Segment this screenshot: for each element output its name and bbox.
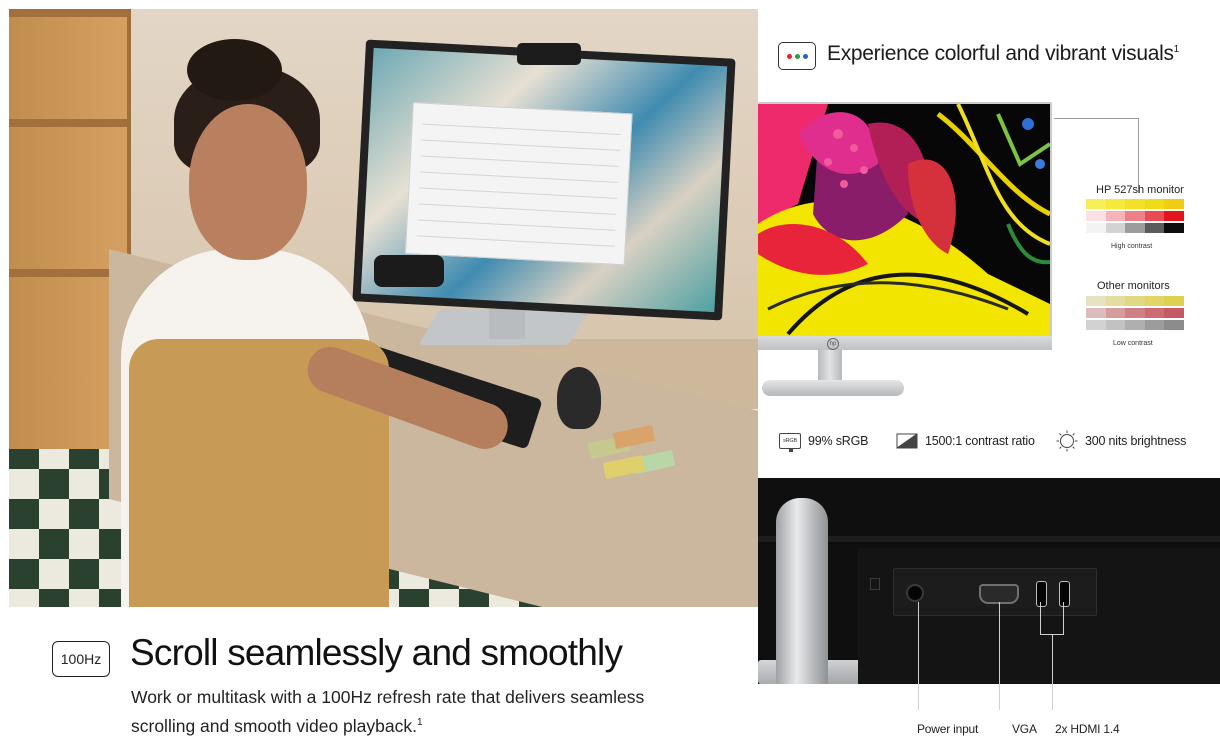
monitor-stand-neck (489, 309, 525, 339)
webcam (517, 43, 581, 65)
hp-contrast-swatch (1105, 211, 1126, 221)
hp-contrast-swatches (1086, 199, 1184, 233)
spec-contrast: 1500:1 contrast ratio (896, 432, 1035, 450)
flower-artwork (758, 104, 1050, 336)
other-contrast-swatch (1105, 308, 1126, 318)
ports-closeup (758, 478, 1220, 754)
security-lock-slot (870, 578, 880, 590)
blue-dot (802, 53, 808, 59)
other-contrast-swatch (1164, 320, 1184, 330)
vga-port (979, 584, 1019, 604)
spec-contrast-label: 1500:1 contrast ratio (925, 434, 1035, 448)
other-contrast-swatch (1105, 296, 1126, 306)
contrast-icon (896, 432, 918, 450)
spreadsheet-window (404, 102, 633, 266)
refresh-description: Work or multitask with a 100Hz refresh r… (131, 684, 651, 739)
other-contrast-swatch (1086, 320, 1106, 330)
srgb-icon: sRGB (779, 432, 801, 452)
hp-527sh-monitor (758, 100, 1054, 350)
hp-contrast-swatch (1086, 223, 1106, 233)
rgb-dots-icon (778, 42, 816, 70)
color-title-text: Experience colorful and vibrant visuals (827, 42, 1174, 65)
other-contrast-swatch (1125, 296, 1145, 306)
power-callout-line (918, 602, 919, 710)
other-contrast-swatch (1164, 296, 1184, 306)
hdmi-port-1 (1036, 581, 1047, 607)
hp-contrast-swatch (1144, 223, 1165, 233)
hp-logo: hp (827, 338, 839, 350)
vga-label: VGA (1012, 722, 1037, 736)
other-contrast-swatch (1105, 320, 1126, 330)
hp-contrast-swatch (1125, 211, 1145, 221)
spec-brightness: 300 nits brightness (1056, 430, 1187, 452)
comparison-connector-line (1054, 118, 1139, 193)
monitor-chin (758, 336, 1052, 350)
hdmi-label: 2x HDMI 1.4 (1055, 722, 1120, 736)
hp-monitor-label: HP 527sh monitor (1096, 184, 1184, 196)
refresh-rate-badge: 100Hz (52, 641, 110, 677)
vga-callout-line (999, 602, 1000, 710)
color-title-footnote: 1 (1173, 44, 1180, 55)
color-title: Experience colorful and vibrant visuals1 (827, 42, 1179, 66)
green-dot (794, 53, 800, 59)
hp-contrast-swatch (1164, 199, 1184, 209)
other-contrast-swatch (1144, 320, 1165, 330)
hp-contrast-swatch (1144, 211, 1165, 221)
hp-contrast-swatch (1105, 199, 1126, 209)
hdmi-port-2 (1059, 581, 1070, 607)
hp-monitor-base (762, 380, 904, 396)
refresh-title: Scroll seamlessly and smoothly (130, 632, 623, 673)
refresh-footnote: 1 (417, 717, 423, 728)
other-contrast-swatch (1144, 296, 1165, 306)
dock-station (374, 255, 444, 287)
power-input-port (906, 584, 924, 602)
other-contrast-swatch (1086, 308, 1106, 318)
spec-srgb-label: 99% sRGB (808, 434, 869, 448)
hp-contrast-swatch (1125, 199, 1145, 209)
other-contrast-swatches (1086, 296, 1184, 330)
hp-monitor-neck (818, 350, 842, 384)
hp-contrast-swatch (1105, 223, 1126, 233)
hp-contrast-swatch (1164, 223, 1184, 233)
red-dot (786, 53, 792, 59)
other-contrast-caption: Low contrast (1113, 340, 1153, 347)
hdmi-callout-line (1052, 634, 1053, 710)
other-contrast-swatch (1125, 308, 1145, 318)
spec-srgb: sRGB 99% sRGB (779, 432, 869, 452)
person-face (189, 104, 307, 260)
spec-brightness-label: 300 nits brightness (1085, 434, 1187, 448)
other-monitors-label: Other monitors (1097, 280, 1170, 292)
person-hair-bun (187, 39, 282, 101)
lifestyle-photo (9, 9, 758, 607)
other-contrast-swatch (1086, 296, 1106, 306)
refresh-description-text: Work or multitask with a 100Hz refresh r… (131, 687, 645, 736)
srgb-icon-text: sRGB (779, 433, 801, 452)
power-input-label: Power input (917, 722, 979, 736)
port-plate (893, 568, 1097, 616)
vertical-mouse (557, 367, 601, 429)
hp-contrast-swatch (1144, 199, 1165, 209)
hp-contrast-swatch (1086, 199, 1106, 209)
hp-contrast-swatch (1164, 211, 1184, 221)
other-contrast-swatch (1164, 308, 1184, 318)
brightness-icon (1056, 430, 1078, 452)
flower-artwork-screen (758, 104, 1050, 336)
hp-contrast-swatch (1086, 211, 1106, 221)
hp-contrast-swatch (1125, 223, 1145, 233)
other-contrast-swatch (1125, 320, 1145, 330)
hp-contrast-caption: High contrast (1111, 243, 1153, 250)
other-contrast-swatch (1144, 308, 1165, 318)
